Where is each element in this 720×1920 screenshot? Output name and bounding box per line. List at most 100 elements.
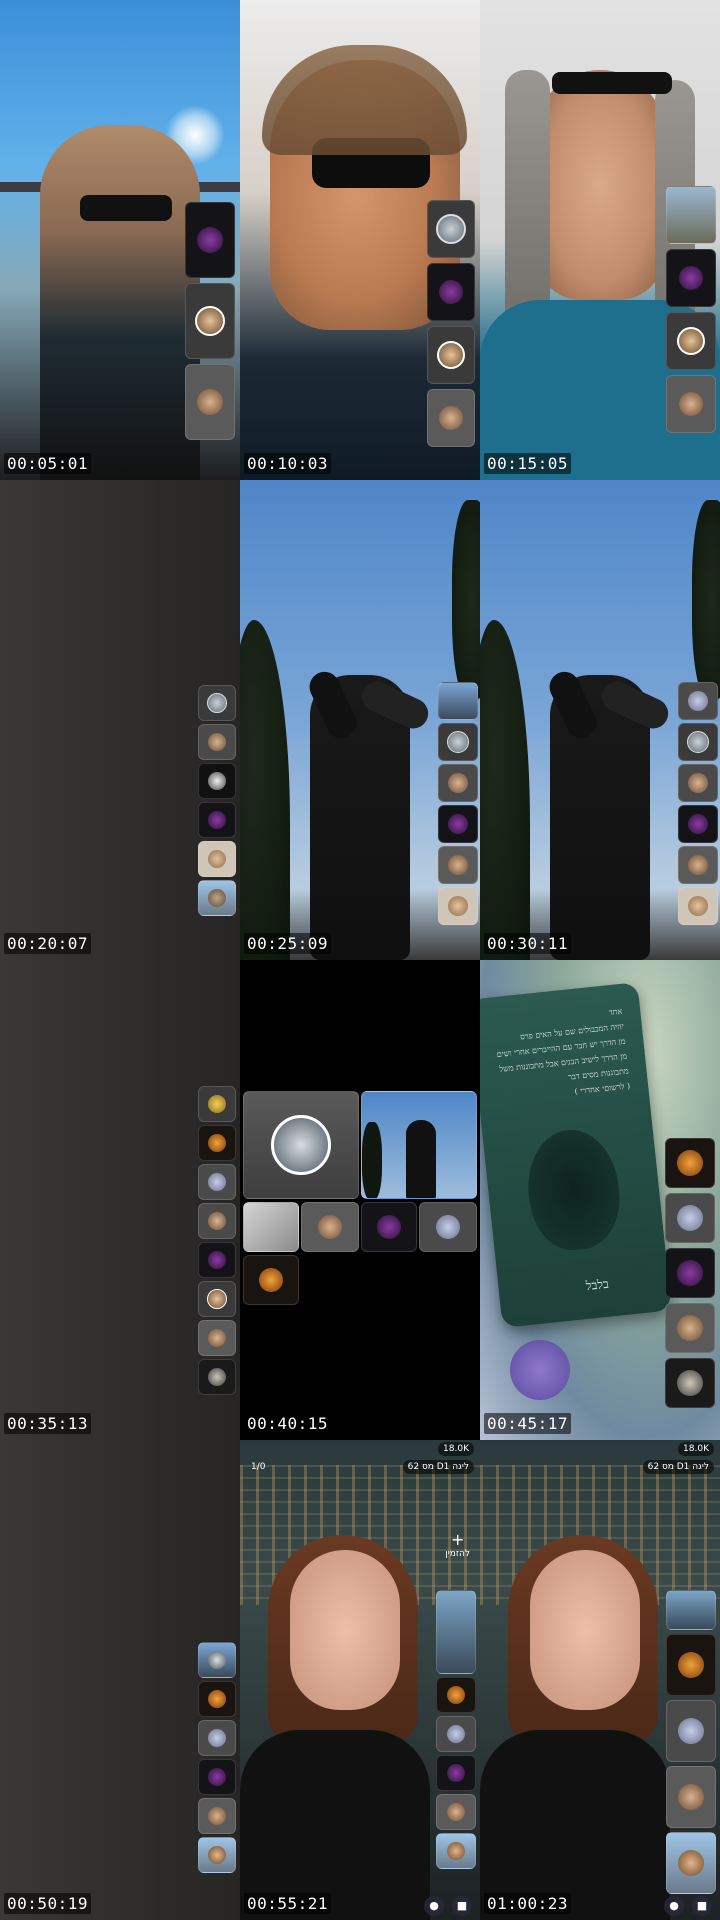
- participant-tile[interactable]: [301, 1202, 359, 1252]
- avatar: [197, 227, 223, 253]
- rank-badge[interactable]: 62 מס D1 ליגה: [642, 1460, 714, 1474]
- participant-tile[interactable]: [198, 1203, 236, 1239]
- participant-tile[interactable]: [198, 1720, 236, 1756]
- participants-column-2: [427, 200, 475, 447]
- participant-tile[interactable]: [198, 1164, 236, 1200]
- participants-column-3: [666, 186, 716, 433]
- frame-8: 00:40:15: [240, 960, 480, 1440]
- avatar: [436, 214, 466, 244]
- participant-tile[interactable]: [198, 1798, 236, 1834]
- participant-tile[interactable]: [427, 200, 475, 258]
- participant-tile[interactable]: [665, 1193, 715, 1243]
- participants-column-10: [198, 1642, 236, 1873]
- participant-tile[interactable]: [666, 312, 716, 370]
- participant-tile[interactable]: [243, 1202, 299, 1252]
- participants-column-7: [198, 1086, 236, 1395]
- participant-tile[interactable]: [436, 1794, 476, 1830]
- guest-tile-large[interactable]: [243, 1091, 359, 1199]
- participant-tile[interactable]: [436, 1677, 476, 1713]
- viewers-count: 18.0K: [678, 1442, 714, 1456]
- participant-tile[interactable]: [198, 1642, 236, 1678]
- participant-tile[interactable]: [678, 682, 718, 720]
- participant-tile[interactable]: [185, 202, 235, 278]
- participant-tile[interactable]: [198, 1125, 236, 1161]
- participant-tile[interactable]: [678, 764, 718, 802]
- participant-tile[interactable]: [666, 1590, 716, 1630]
- avatar: [688, 896, 708, 916]
- group-icon[interactable]: ●: [664, 1896, 684, 1916]
- frame-6: 00:30:11: [480, 480, 720, 960]
- participant-tile[interactable]: [198, 763, 236, 799]
- participant-tile[interactable]: [666, 249, 716, 307]
- participant-tile[interactable]: [419, 1202, 477, 1252]
- host-video-tile[interactable]: [361, 1091, 477, 1199]
- frame-1: 00:05:01: [0, 0, 240, 480]
- participant-tile[interactable]: [666, 1832, 716, 1894]
- woman-face-front: [290, 1550, 400, 1710]
- participant-tile[interactable]: [427, 326, 475, 384]
- participant-tile[interactable]: [198, 1281, 236, 1317]
- participant-tile[interactable]: [438, 682, 478, 720]
- avatar: [677, 327, 705, 355]
- participant-tile[interactable]: [198, 802, 236, 838]
- avatar: [447, 1764, 465, 1782]
- participant-tile[interactable]: [436, 1833, 476, 1869]
- participant-tile[interactable]: [666, 1766, 716, 1828]
- participant-tile[interactable]: [185, 283, 235, 359]
- frame-2: 00:10:03: [240, 0, 480, 480]
- frame-7: 00:35:13: [0, 960, 240, 1440]
- rank-badge[interactable]: 62 מס D1 ליגה: [402, 1460, 474, 1474]
- participant-tile[interactable]: [198, 880, 236, 916]
- participant-tile[interactable]: [436, 1755, 476, 1791]
- participant-tile[interactable]: [665, 1248, 715, 1298]
- avatar: [437, 341, 465, 369]
- participant-tile[interactable]: [665, 1303, 715, 1353]
- participant-tile[interactable]: [436, 1716, 476, 1752]
- avatar: [679, 266, 703, 290]
- timestamp: 00:40:15: [244, 1413, 332, 1434]
- cube-icon[interactable]: ■: [452, 1896, 472, 1916]
- participant-tile[interactable]: [198, 1837, 236, 1873]
- participant-tile[interactable]: [198, 1681, 236, 1717]
- participant-tile[interactable]: [666, 375, 716, 433]
- participant-tile[interactable]: [198, 1359, 236, 1395]
- participant-tile[interactable]: [198, 841, 236, 877]
- avatar: [208, 1095, 226, 1113]
- participant-tile[interactable]: [198, 1242, 236, 1278]
- participant-tile[interactable]: [438, 887, 478, 925]
- participant-tile[interactable]: [198, 724, 236, 760]
- cube-icon[interactable]: ■: [692, 1896, 712, 1916]
- participant-tile[interactable]: [198, 1320, 236, 1356]
- participant-tile[interactable]: [678, 805, 718, 843]
- participant-tile[interactable]: [665, 1358, 715, 1408]
- avatar: [208, 1768, 226, 1786]
- participant-tile[interactable]: [666, 1634, 716, 1696]
- participant-tile[interactable]: [427, 389, 475, 447]
- participant-tile[interactable]: [438, 723, 478, 761]
- participant-tile[interactable]: [427, 263, 475, 321]
- participant-tile[interactable]: [678, 887, 718, 925]
- timestamp: 00:25:09: [244, 933, 332, 954]
- group-icon[interactable]: ●: [424, 1896, 444, 1916]
- invite-button[interactable]: + להזמין: [445, 1530, 470, 1559]
- participant-tile[interactable]: [678, 846, 718, 884]
- participant-tile[interactable]: [678, 723, 718, 761]
- participant-tile[interactable]: [666, 1700, 716, 1762]
- participant-tile[interactable]: [666, 186, 716, 244]
- participant-tile[interactable]: [198, 1086, 236, 1122]
- avatar: [208, 1251, 226, 1269]
- participant-tile[interactable]: [438, 805, 478, 843]
- participant-tile[interactable]: [361, 1202, 417, 1252]
- participant-tile[interactable]: [438, 764, 478, 802]
- participant-tile[interactable]: [436, 1590, 476, 1674]
- timestamp: 00:10:03: [244, 453, 332, 474]
- participant-tile[interactable]: [185, 364, 235, 440]
- participant-tile[interactable]: [438, 846, 478, 884]
- invite-label: להזמין: [445, 1549, 470, 1559]
- participant-tile[interactable]: [198, 1759, 236, 1795]
- participant-tile[interactable]: [665, 1138, 715, 1188]
- participant-tile[interactable]: [198, 685, 236, 721]
- woman-figure: [40, 125, 200, 480]
- participant-tile[interactable]: [243, 1255, 299, 1305]
- avatar: [439, 406, 463, 430]
